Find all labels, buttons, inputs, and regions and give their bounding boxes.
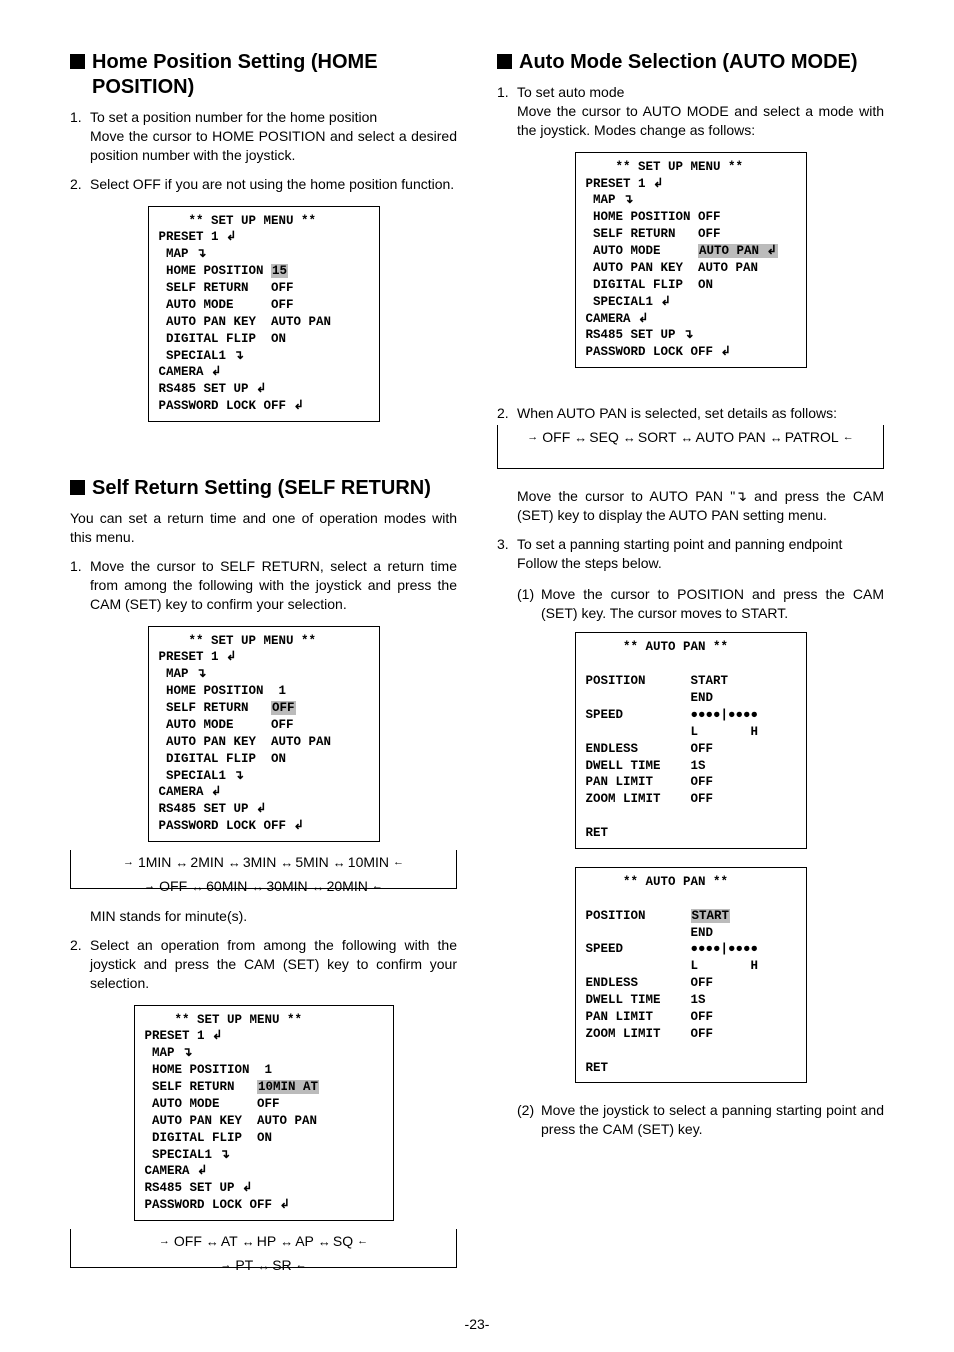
cycle-option: 2MIN xyxy=(190,854,223,870)
cycle-option: SORT xyxy=(638,429,677,445)
cycle-option: AUTO PAN xyxy=(696,429,766,445)
note-text: MIN stands for minute(s). xyxy=(70,907,457,926)
cycle-option: 60MIN xyxy=(206,878,247,894)
step-text: To set a position number for the home po… xyxy=(90,109,377,125)
setup-menu-screen: ** SET UP MENU ** PRESET 1 ↲ MAP ↴ HOME … xyxy=(148,626,380,843)
bi-arrow-icon: ↔ xyxy=(333,855,344,870)
cycle-option: SR xyxy=(272,1257,291,1273)
setup-menu-screen: ** SET UP MENU ** PRESET 1 ↲ MAP ↴ HOME … xyxy=(575,152,807,369)
step-item: 2. Select OFF if you are not using the h… xyxy=(70,175,457,194)
arrow-icon xyxy=(372,880,383,892)
highlighted-value: START xyxy=(691,909,731,923)
cycle-option: OFF xyxy=(542,429,570,445)
cycle-option: 30MIN xyxy=(266,878,307,894)
step-item: 2. When AUTO PAN is selected, set detail… xyxy=(497,404,884,423)
bi-arrow-icon: ↔ xyxy=(280,1234,291,1249)
step-text: When AUTO PAN is selected, set details a… xyxy=(497,404,884,423)
cycle-option: OFF xyxy=(159,878,187,894)
cycle-option: PT xyxy=(235,1257,253,1273)
bi-arrow-icon: ↔ xyxy=(623,430,634,445)
cycle-option: SQ xyxy=(333,1233,353,1249)
bi-arrow-icon: ↔ xyxy=(280,855,291,870)
step-text: Move the cursor to AUTO MODE and select … xyxy=(517,103,884,138)
step-text: Move the cursor to SELF RETURN, select a… xyxy=(70,557,457,614)
substep-number: (1) xyxy=(517,585,541,604)
cycle-option: 5MIN xyxy=(295,854,328,870)
bi-arrow-icon: ↔ xyxy=(206,1234,217,1249)
bi-arrow-icon: ↔ xyxy=(251,879,262,894)
instruction-text: Move the cursor to AUTO PAN "↴ and press… xyxy=(497,487,884,525)
section-title-auto-mode: Auto Mode Selection (AUTO MODE) xyxy=(497,50,884,75)
step-text: To set a panning starting point and pann… xyxy=(517,536,842,552)
section-title-home-position: Home Position Setting (HOME POSITION) xyxy=(70,50,457,100)
bi-arrow-icon: ↔ xyxy=(257,1258,268,1273)
auto-mode-cycle-diagram: OFF ↔ SEQ ↔ SORT ↔ AUTO PAN ↔ PATROL xyxy=(497,425,884,469)
bi-arrow-icon: ↔ xyxy=(191,879,202,894)
step-item: 3. To set a panning starting point and p… xyxy=(497,535,884,573)
arrow-icon xyxy=(144,880,155,892)
arrow-icon xyxy=(393,856,404,868)
arrow-icon xyxy=(296,1259,307,1271)
bi-arrow-icon: ↔ xyxy=(228,855,239,870)
bi-arrow-icon: ↔ xyxy=(770,430,781,445)
step-item: 2. Select an operation from among the fo… xyxy=(70,936,457,993)
bi-arrow-icon: ↔ xyxy=(242,1234,253,1249)
substep-text: Move the joystick to select a panning st… xyxy=(517,1101,884,1139)
time-cycle-diagram: 1MIN ↔ 2MIN ↔ 3MIN ↔ 5MIN ↔ 10MIN OFF ↔ … xyxy=(70,850,457,889)
substep-item: (2) Move the joystick to select a pannin… xyxy=(517,1101,884,1139)
step-number: 2. xyxy=(70,936,90,955)
step-text: Move the cursor to HOME POSITION and sel… xyxy=(90,128,457,163)
cycle-option: 10MIN xyxy=(348,854,389,870)
step-number: 2. xyxy=(497,404,517,423)
step-item: 1. To set a position number for the home… xyxy=(70,108,457,165)
bi-arrow-icon: ↔ xyxy=(318,1234,329,1249)
arrow-icon xyxy=(220,1259,231,1271)
step-text: Select OFF if you are not using the home… xyxy=(70,175,457,194)
step-text: Select an operation from among the follo… xyxy=(70,936,457,993)
bi-arrow-icon: ↔ xyxy=(312,879,323,894)
step-item: 1. To set auto mode Move the cursor to A… xyxy=(497,83,884,140)
cycle-option: AT xyxy=(221,1233,238,1249)
highlighted-value: AUTO PAN ↲ xyxy=(698,244,778,258)
cycle-option: OFF xyxy=(174,1233,202,1249)
cycle-option: 3MIN xyxy=(243,854,276,870)
auto-pan-screen: ** AUTO PAN ** POSITION START END SPEED … xyxy=(575,867,807,1084)
step-text: To set auto mode xyxy=(517,84,624,100)
bi-arrow-icon: ↔ xyxy=(574,430,585,445)
cycle-option: HP xyxy=(257,1233,276,1249)
setup-menu-screen: ** SET UP MENU ** PRESET 1 ↲ MAP ↴ HOME … xyxy=(148,206,380,423)
cycle-option: SEQ xyxy=(589,429,619,445)
step-number: 3. xyxy=(497,535,517,554)
step-number: 2. xyxy=(70,175,90,194)
arrow-icon xyxy=(159,1235,170,1247)
setup-menu-screen: ** SET UP MENU ** PRESET 1 ↲ MAP ↴ HOME … xyxy=(134,1005,394,1222)
step-item: 1. Move the cursor to SELF RETURN, selec… xyxy=(70,557,457,614)
cycle-option: PATROL xyxy=(785,429,839,445)
substep-item: (1) Move the cursor to POSITION and pres… xyxy=(517,585,884,623)
substep-text: Move the cursor to POSITION and press th… xyxy=(517,585,884,623)
intro-text: You can set a return time and one of ope… xyxy=(70,509,457,547)
arrow-icon xyxy=(843,431,854,443)
substep-number: (2) xyxy=(517,1101,541,1120)
step-number: 1. xyxy=(70,557,90,576)
section-title-self-return: Self Return Setting (SELF RETURN) xyxy=(70,476,457,501)
bi-arrow-icon: ↔ xyxy=(175,855,186,870)
cycle-option: AP xyxy=(295,1233,314,1249)
page-number: -23- xyxy=(70,1316,884,1332)
auto-pan-screen: ** AUTO PAN ** POSITION START END SPEED … xyxy=(575,632,807,849)
arrow-icon xyxy=(527,431,538,443)
step-number: 1. xyxy=(70,108,90,127)
cycle-option: 1MIN xyxy=(138,854,171,870)
mode-cycle-diagram: OFF ↔ AT ↔ HP ↔ AP ↔ SQ PT ↔ SR xyxy=(70,1229,457,1268)
step-number: 1. xyxy=(497,83,517,102)
highlighted-value: 10MIN AT xyxy=(257,1080,319,1094)
bi-arrow-icon: ↔ xyxy=(681,430,692,445)
step-text: Follow the steps below. xyxy=(517,555,662,571)
cycle-option: 20MIN xyxy=(327,878,368,894)
highlighted-value: 15 xyxy=(271,264,288,278)
highlighted-value: OFF xyxy=(271,701,296,715)
arrow-icon xyxy=(123,856,134,868)
arrow-icon xyxy=(357,1235,368,1247)
